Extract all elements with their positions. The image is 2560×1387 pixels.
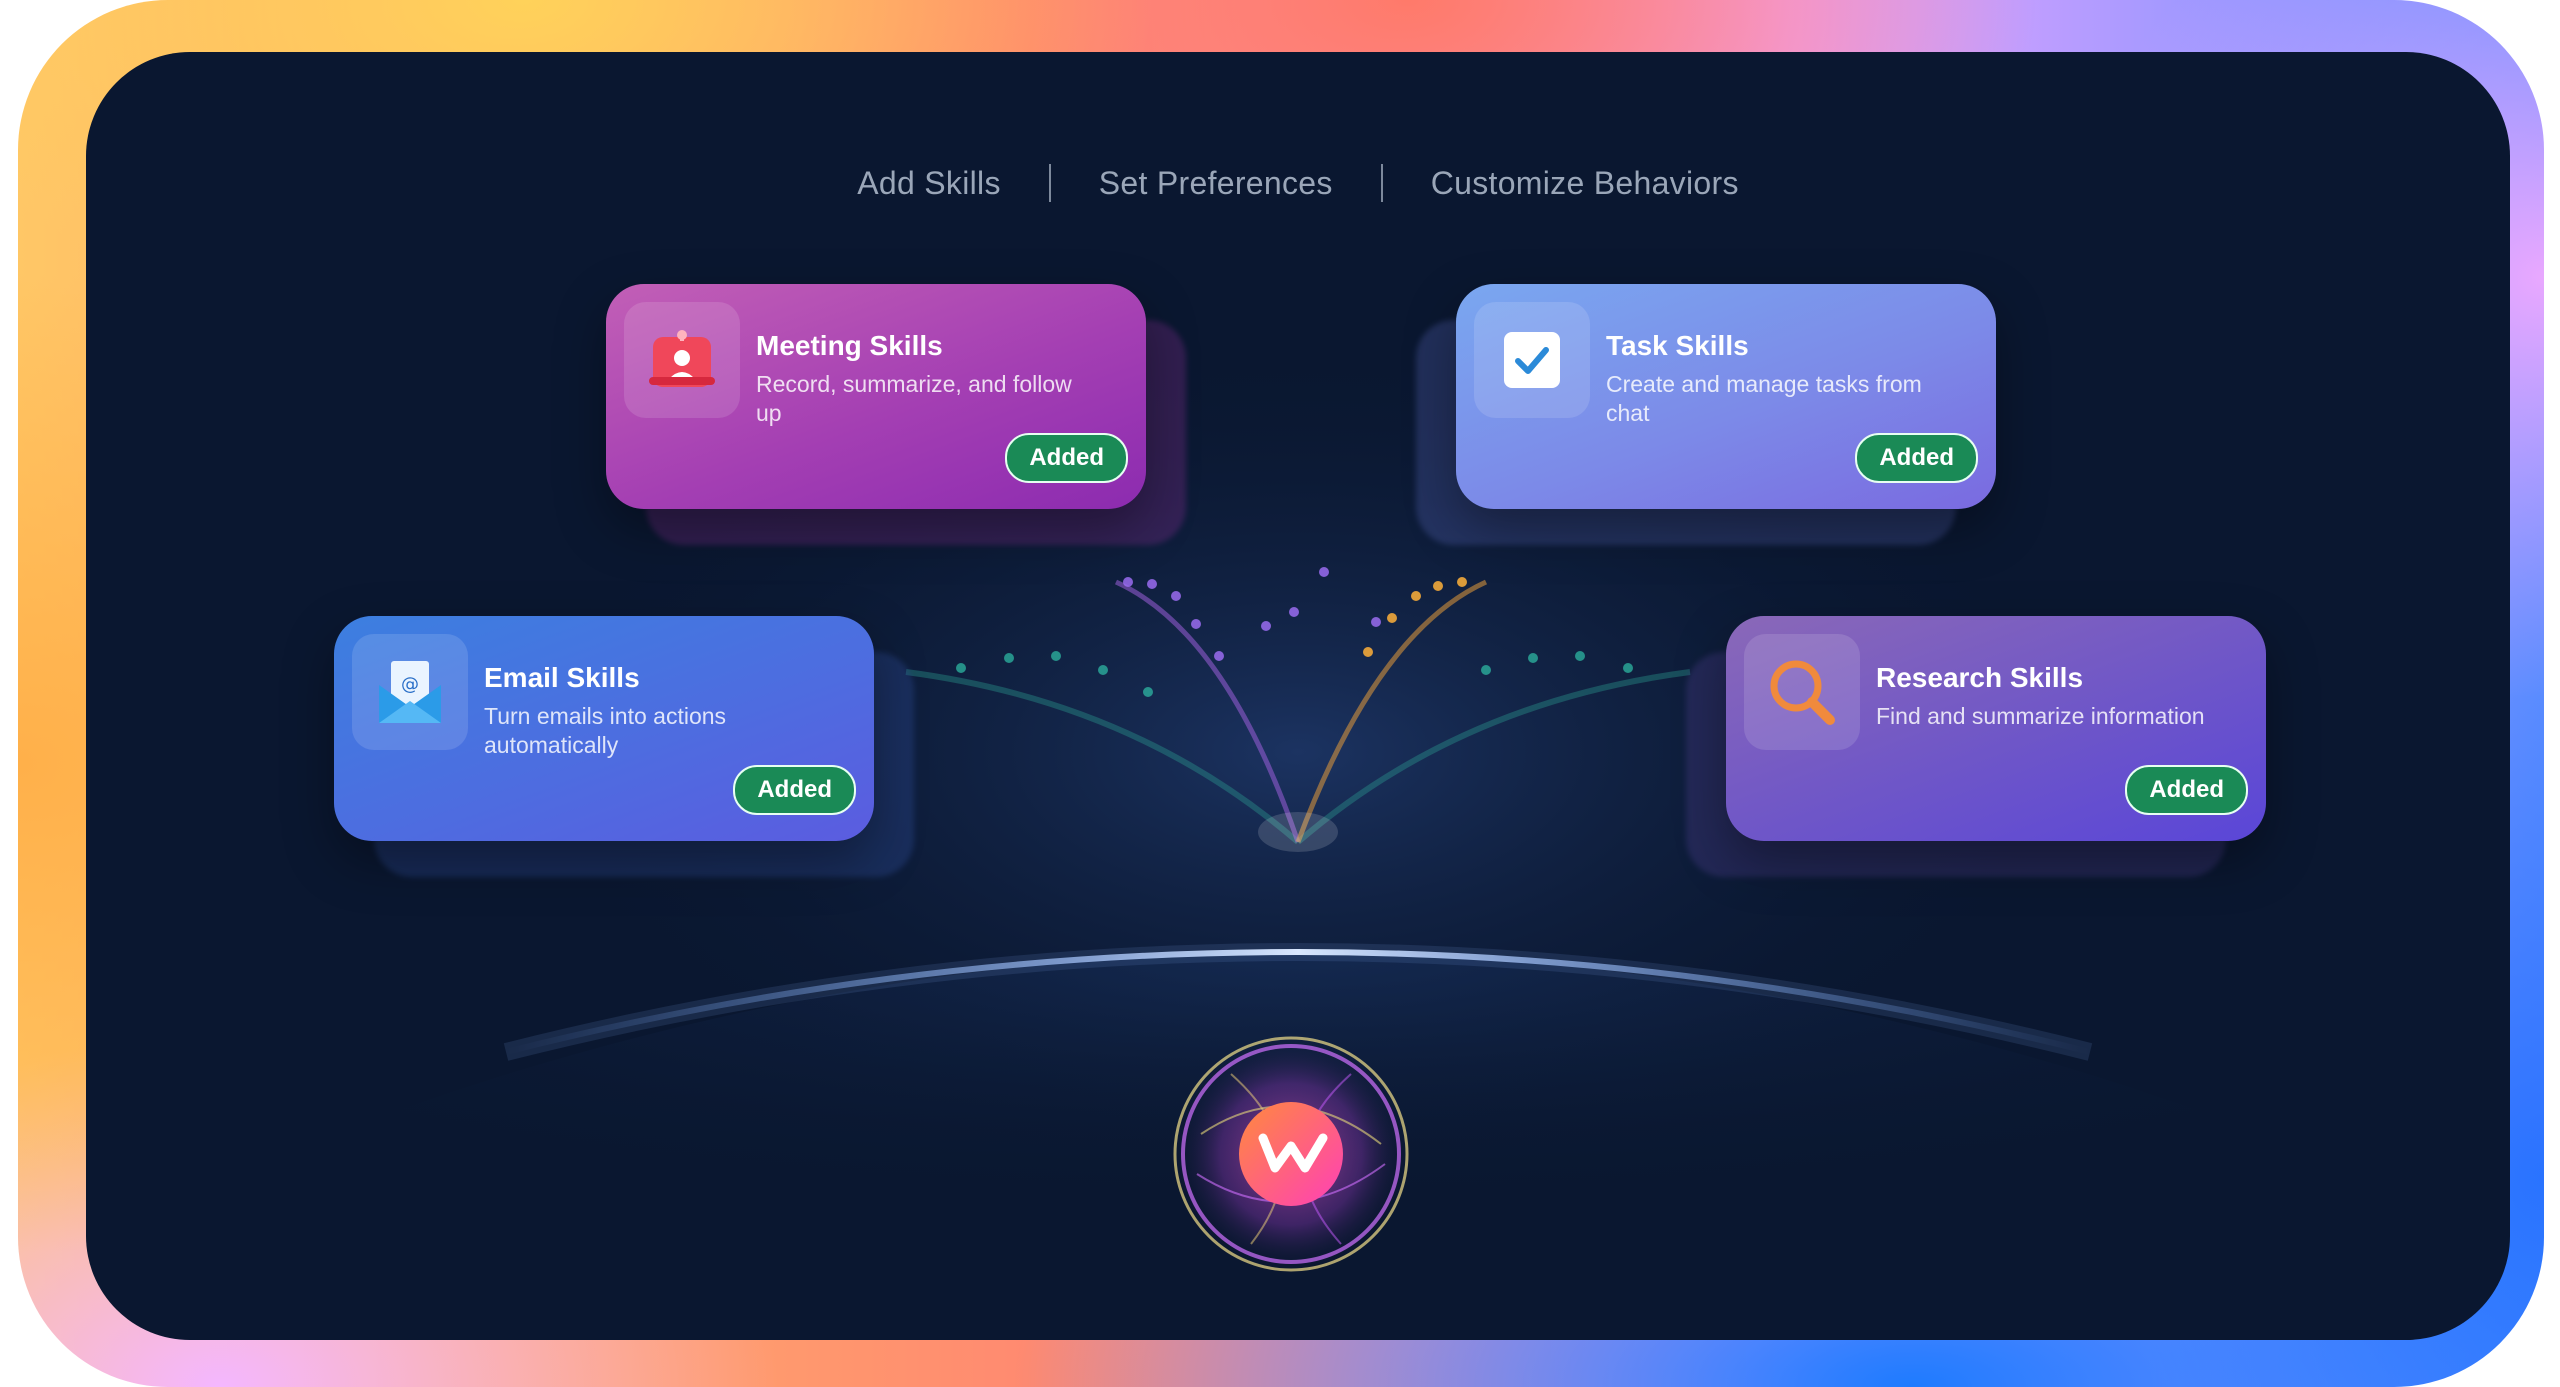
checkbox-icon <box>1474 302 1590 418</box>
added-button[interactable]: Added <box>733 765 856 815</box>
nav-item-add-skills[interactable]: Add Skills <box>809 165 1049 202</box>
card-description: Turn emails into actions automatically <box>484 703 727 758</box>
card-title: Task Skills <box>1606 330 1749 361</box>
orb-logo-icon <box>1171 1034 1411 1274</box>
card-title: Meeting Skills <box>756 330 943 361</box>
email-envelope-icon: @ <box>352 634 468 750</box>
task-skills-card[interactable]: Task Skills Create and manage tasks from… <box>1456 284 1996 509</box>
card-title: Research Skills <box>1876 662 2084 693</box>
nav-divider <box>1048 164 1051 202</box>
research-skills-card[interactable]: Research Skills Find and summarize infor… <box>1726 616 2266 841</box>
top-nav: Add Skills Set Preferences Customize Beh… <box>86 164 2510 202</box>
email-skills-card[interactable]: @ Email Skills Turn emails into actions … <box>334 616 874 841</box>
nav-divider <box>1380 164 1383 202</box>
card-description: Create and manage tasks from chat <box>1606 371 1922 426</box>
added-button[interactable]: Added <box>2125 765 2248 815</box>
card-description: Find and summarize information <box>1876 703 2205 729</box>
added-button[interactable]: Added <box>1005 433 1128 483</box>
gradient-frame: Add Skills Set Preferences Customize Beh… <box>18 0 2544 1387</box>
nav-item-set-preferences[interactable]: Set Preferences <box>1051 165 1381 202</box>
magnifier-icon <box>1744 634 1860 750</box>
svg-text:@: @ <box>401 674 419 695</box>
meeting-badge-icon <box>624 302 740 418</box>
card-title: Email Skills <box>484 662 640 693</box>
meeting-skills-card[interactable]: Meeting Skills Record, summarize, and fo… <box>606 284 1146 509</box>
app-screen: Add Skills Set Preferences Customize Beh… <box>86 52 2510 1340</box>
nav-item-customize-behaviors[interactable]: Customize Behaviors <box>1383 165 1787 202</box>
card-description: Record, summarize, and follow up <box>756 371 1072 426</box>
added-button[interactable]: Added <box>1855 433 1978 483</box>
